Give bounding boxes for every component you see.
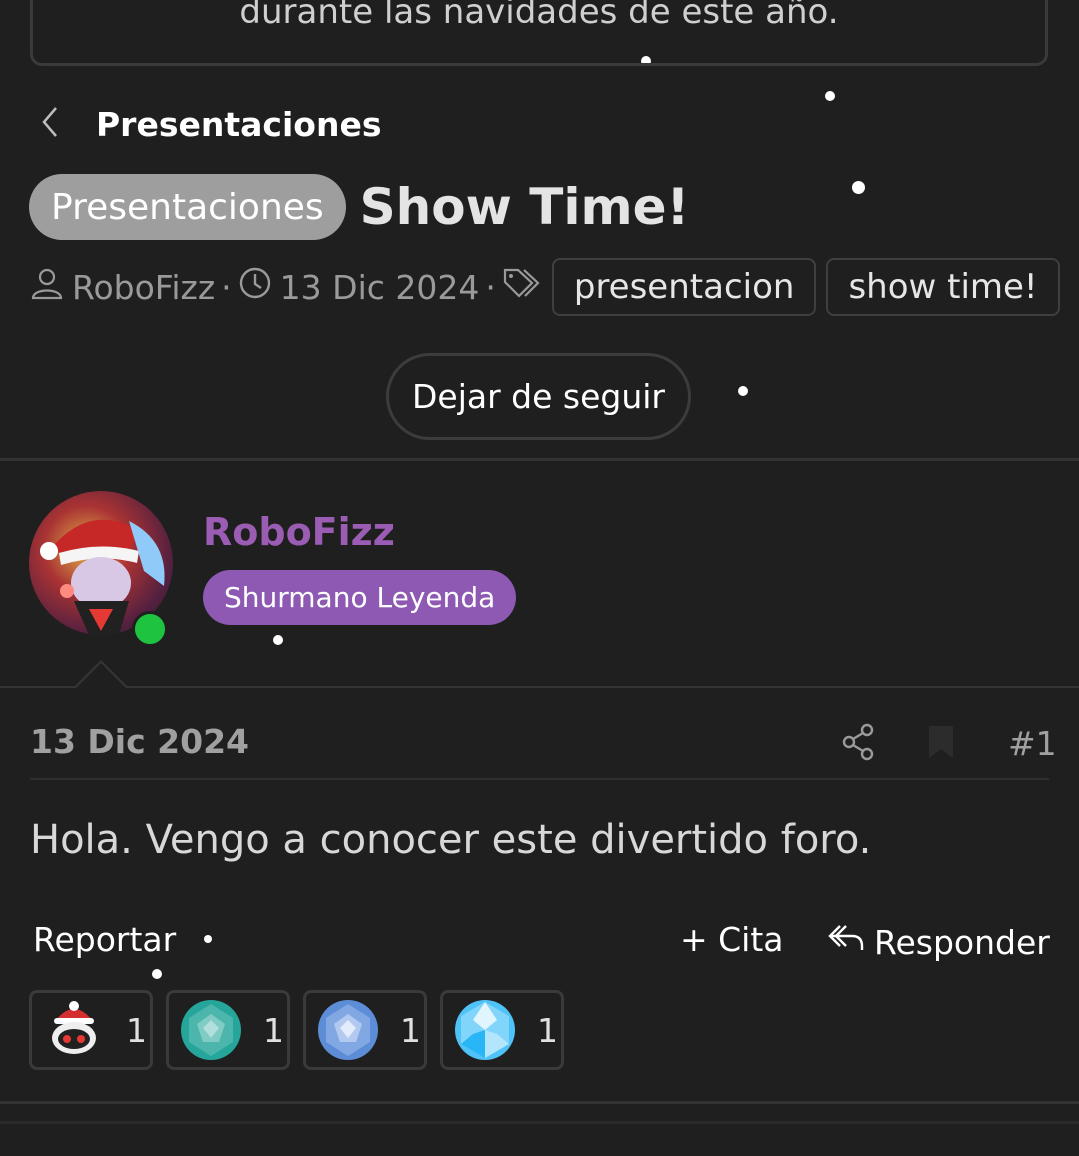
notice-banner: durante las navidades de este año. [30, 0, 1048, 66]
thread-author[interactable]: RoboFizz [72, 268, 215, 307]
chevron-left-icon[interactable] [36, 102, 64, 146]
divider [0, 1121, 1079, 1124]
reply-label: Responder [874, 922, 1050, 962]
reaction-santa-robot[interactable]: 1 [29, 990, 153, 1070]
teal-gem-icon [179, 998, 243, 1062]
bookmark-icon[interactable] [926, 724, 956, 760]
diamond-icon [453, 998, 517, 1062]
reply-link[interactable]: Responder [826, 920, 1050, 964]
snowflake [273, 635, 283, 645]
breadcrumb[interactable]: Presentaciones [36, 100, 381, 148]
tag-icon [502, 266, 542, 308]
reaction-count: 1 [400, 1010, 421, 1050]
post-number[interactable]: #1 [1008, 724, 1057, 763]
reply-icon [826, 920, 874, 964]
snowflake [152, 969, 162, 979]
divider [0, 458, 1079, 461]
tag-show-time[interactable]: show time! [826, 258, 1060, 316]
snowflake [204, 935, 212, 943]
post-divider [0, 686, 1079, 688]
blue-gem-icon [316, 998, 380, 1062]
breadcrumb-title[interactable]: Presentaciones [96, 105, 381, 144]
reaction-list: 1 1 1 1 [29, 990, 577, 1070]
reaction-blue-gem[interactable]: 1 [303, 990, 427, 1070]
quote-label: + Cita [680, 920, 784, 959]
thread-title: Show Time! [359, 178, 690, 236]
online-status-indicator [132, 611, 168, 647]
snowflake [825, 91, 835, 101]
post-body: Hola. Vengo a conocer este divertido for… [30, 817, 872, 863]
clock-icon [238, 266, 272, 308]
santa-robot-icon [42, 998, 106, 1062]
post-username[interactable]: RoboFizz [203, 510, 395, 554]
snowflake [852, 181, 865, 194]
reaction-teal-gem[interactable]: 1 [166, 990, 290, 1070]
thread-prefix-badge[interactable]: Presentaciones [29, 174, 346, 240]
report-link[interactable]: Reportar [33, 920, 176, 959]
divider [0, 1101, 1079, 1104]
reaction-count: 1 [263, 1010, 284, 1050]
reaction-count: 1 [537, 1010, 558, 1050]
post-header-divider [30, 778, 1049, 780]
unfollow-button[interactable]: Dejar de seguir [386, 353, 691, 440]
thread-meta: RoboFizz · 13 Dic 2024 · presentacion sh… [30, 258, 1060, 316]
quote-link[interactable]: + Cita [680, 920, 784, 959]
reaction-diamond[interactable]: 1 [440, 990, 564, 1070]
user-title-badge: Shurmano Leyenda [203, 570, 517, 625]
share-icon[interactable] [840, 722, 876, 762]
meta-separator: · [485, 267, 496, 307]
tag-presentacion[interactable]: presentacion [551, 258, 817, 316]
thread-title-row: Presentaciones Show Time! [29, 174, 689, 240]
reaction-count: 1 [126, 1010, 147, 1050]
thread-date[interactable]: 13 Dic 2024 [280, 268, 480, 307]
user-icon [30, 266, 64, 308]
post-date[interactable]: 13 Dic 2024 [30, 722, 249, 761]
snowflake [738, 386, 748, 396]
post-pointer-fill [76, 663, 126, 688]
meta-separator: · [221, 267, 232, 307]
notice-text: durante las navidades de este año. [239, 0, 839, 32]
